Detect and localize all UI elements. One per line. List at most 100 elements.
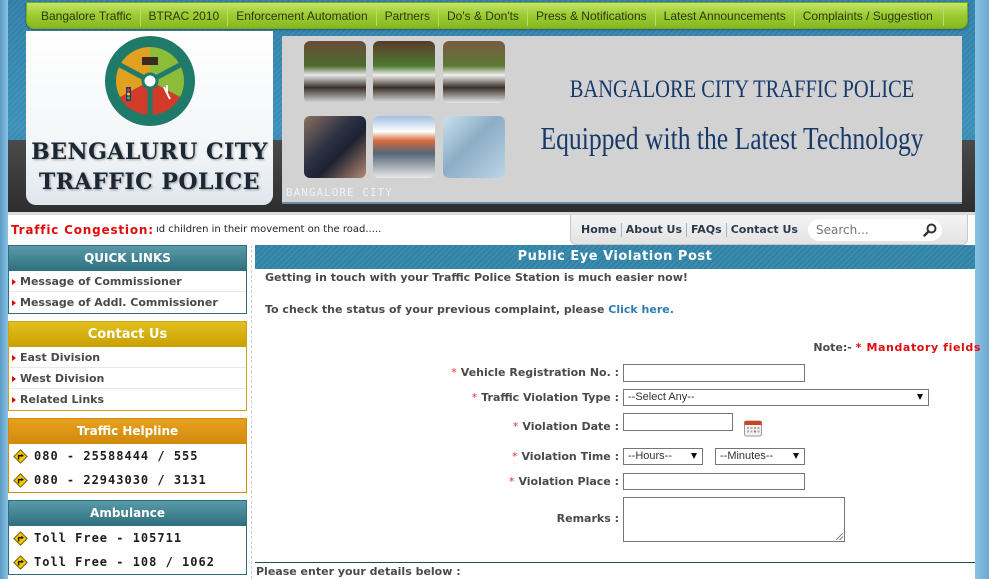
logo-title-line1: BENGALURU CITY (31, 139, 268, 165)
helpline-number-text: 080 - 22943030 / 3131 (34, 473, 207, 487)
hero-banner: BANGALORE CITY BANGALORE CITY TRAFFIC PO… (282, 36, 962, 204)
violation-time-label: * Violation Time : (259, 450, 619, 463)
vehicle-registration-label-text: Vehicle Registration No. : (460, 366, 619, 379)
details-section-label: Please enter your details below : (256, 565, 461, 578)
violation-place-label-text: Violation Place : (518, 475, 619, 488)
resize-grip-icon[interactable] (836, 533, 843, 540)
nav-latest-announcements[interactable]: Latest Announcements (656, 5, 795, 26)
banner-heading: BANGALORE CITY TRAFFIC POLICE (569, 76, 915, 103)
violation-time-label-text: Violation Time : (521, 450, 619, 463)
util-nav-home[interactable]: Home (577, 222, 622, 237)
section-header: Public Eye Violation Post (255, 245, 975, 269)
hours-selected: --Hours-- (628, 450, 672, 462)
quick-link-message-of-addl-commissioner[interactable]: Message of Addl. Commissioner (9, 292, 246, 313)
search-input[interactable] (808, 219, 942, 241)
vehicle-registration-input[interactable] (623, 364, 805, 382)
nav-bangalore-traffic[interactable]: Bangalore Traffic (33, 5, 141, 26)
traffic-helpline-title: Traffic Helpline (9, 419, 246, 444)
remarks-label-text: Remarks : (556, 512, 619, 525)
note-prefix: Note:- (813, 341, 856, 354)
banner-photo-police-3 (443, 41, 505, 103)
search-icon[interactable] (923, 223, 937, 237)
traffic-helpline-panel: Traffic Helpline 080 - 25588444 / 555 08… (8, 418, 247, 493)
nav-complaints-suggestion[interactable]: Complaints / Suggestion (795, 5, 944, 26)
util-nav-contact-us[interactable]: Contact Us (727, 223, 802, 237)
road-sign-turn-icon (13, 473, 28, 488)
ambulance-number: Toll Free - 105711 (9, 526, 246, 550)
violation-type-label: * Traffic Violation Type : (259, 391, 619, 404)
ambulance-number-text: Toll Free - 108 / 1062 (34, 555, 215, 569)
banner-photo-mobile-phone (304, 116, 366, 178)
calendar-icon[interactable] (743, 418, 763, 438)
ticker-text[interactable]: ıd children in their movement on the roa… (156, 224, 381, 235)
nav-dos-and-donts[interactable]: Do's & Don'ts (439, 5, 528, 26)
note-mandatory-text: Mandatory fields (862, 341, 981, 354)
check-status-link[interactable]: Click here. (608, 303, 674, 316)
dropdown-arrow-icon (917, 394, 923, 400)
banner-photo-vehicle (373, 116, 435, 178)
page-wrapper: Bangalore Traffic BTRAC 2010 Enforcement… (8, 0, 980, 579)
ticker-bar: Traffic Congestion: ıd children in their… (8, 212, 975, 245)
contact-link-related-links[interactable]: Related Links (9, 389, 246, 410)
road-sign-turn-icon (13, 449, 28, 464)
util-nav-about-us[interactable]: About Us (622, 222, 688, 237)
intro-text: Getting in touch with your Traffic Polic… (265, 271, 688, 284)
violation-type-select[interactable]: --Select Any-- (623, 389, 929, 406)
util-nav-faqs[interactable]: FAQs (687, 222, 727, 237)
required-star: * (471, 391, 478, 404)
required-star: * (512, 420, 519, 433)
quick-links-panel: QUICK LINKS Message of Commissioner Mess… (8, 245, 247, 314)
violation-place-input[interactable] (623, 473, 805, 490)
road-sign-turn-icon (13, 555, 28, 570)
nav-btrac-2010[interactable]: BTRAC 2010 (141, 5, 229, 26)
contact-us-panel: Contact Us East Division West Division R… (8, 321, 247, 411)
contact-us-title: Contact Us (9, 322, 246, 347)
banner-subheading: Equipped with the Latest Technology (540, 120, 924, 156)
mandatory-note: Note:- * Mandatory fields (813, 341, 981, 354)
violation-date-label-text: Violation Date : (522, 420, 619, 433)
minutes-selected: --Minutes-- (720, 450, 774, 462)
helpline-number-text: 080 - 25588444 / 555 (34, 449, 199, 463)
utility-navigation: Home About Us FAQs Contact Us (570, 215, 968, 245)
violation-minutes-select[interactable]: --Minutes-- (715, 448, 805, 465)
violation-date-input[interactable] (623, 413, 733, 431)
main-content: Public Eye Violation Post Getting in tou… (255, 245, 980, 579)
banner-caption: BANGALORE CITY (286, 186, 393, 199)
section-divider (255, 562, 975, 563)
nav-partners[interactable]: Partners (377, 5, 439, 26)
ambulance-number: Toll Free - 108 / 1062 (9, 550, 246, 574)
helpline-number: 080 - 22943030 / 3131 (9, 468, 246, 492)
nav-enforcement-automation[interactable]: Enforcement Automation (228, 5, 377, 26)
helpline-number: 080 - 25588444 / 555 (9, 444, 246, 468)
status-check-prefix: To check the status of your previous com… (265, 303, 609, 316)
sidebar-divider (251, 245, 252, 579)
remarks-textarea[interactable] (623, 497, 845, 542)
violation-hours-select[interactable]: --Hours-- (623, 448, 703, 465)
top-navigation: Bangalore Traffic BTRAC 2010 Enforcement… (26, 2, 968, 29)
nav-press-notifications[interactable]: Press & Notifications (528, 5, 656, 26)
contact-link-west-division[interactable]: West Division (9, 368, 246, 389)
vehicle-registration-label: * Vehicle Registration No. : (259, 366, 619, 379)
remarks-label: Remarks : (259, 512, 619, 525)
ambulance-number-text: Toll Free - 105711 (34, 531, 183, 545)
dropdown-arrow-icon (691, 453, 697, 459)
road-sign-turn-icon (13, 531, 28, 546)
violation-date-label: * Violation Date : (259, 420, 619, 433)
required-star: * (451, 366, 457, 379)
traffic-police-emblem-icon (105, 36, 195, 126)
required-star: * (508, 475, 515, 488)
quick-links-title: QUICK LINKS (9, 246, 246, 271)
banner-photo-police-2 (373, 41, 435, 103)
status-check-text: To check the status of your previous com… (265, 303, 674, 316)
violation-type-label-text: Traffic Violation Type : (481, 391, 619, 404)
banner-photo-screen (443, 116, 505, 178)
violation-place-label: * Violation Place : (259, 475, 619, 488)
ticker-label: Traffic Congestion: (11, 223, 154, 237)
required-star: * (511, 450, 518, 463)
logo-title-line2: TRAFFIC POLICE (38, 169, 261, 195)
dropdown-arrow-icon (793, 453, 799, 459)
ambulance-panel: Ambulance Toll Free - 105711 Toll Free -… (8, 500, 247, 575)
site-logo[interactable]: BENGALURU CITY TRAFFIC POLICE (26, 31, 273, 205)
contact-link-east-division[interactable]: East Division (9, 347, 246, 368)
quick-link-message-of-commissioner[interactable]: Message of Commissioner (9, 271, 246, 292)
